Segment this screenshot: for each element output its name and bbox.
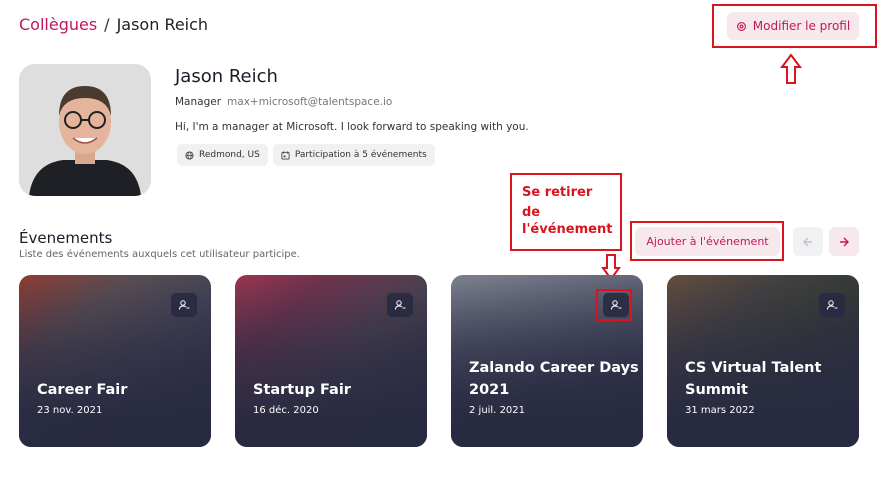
events-section-subtitle: Liste des événements auxquels cet utilis… [19,249,300,260]
annotation-leave-event-line2: de [522,205,541,220]
location-chip-label: Redmond, US [199,150,260,160]
user-remove-icon [395,300,406,310]
profile-role: Manager [175,96,222,108]
edit-profile-label: Modifier le profil [752,19,851,33]
breadcrumb: Collègues / Jason Reich [19,15,208,34]
previous-events-button[interactable] [793,227,823,256]
globe-icon [185,150,194,160]
profile-role-line: Manager max+microsoft@talentspace.io [175,96,392,108]
event-card-startup-fair[interactable]: Startup Fair 16 déc. 2020 [235,275,427,447]
participation-chip: Participation à 5 événements [272,144,435,166]
event-date: 2 juil. 2021 [469,405,526,416]
event-title-line2: 2021 [469,382,510,398]
events-section-title: Évenements [19,229,113,247]
breadcrumb-colleagues-link[interactable]: Collègues [19,15,97,34]
profile-email: max+microsoft@talentspace.io [227,96,393,108]
leave-event-button[interactable] [171,293,197,317]
annotation-leave-event-line3: l'événement [522,222,613,237]
event-title: Startup Fair [253,382,351,398]
event-title: Zalando Career Days [469,360,639,376]
event-date: 16 déc. 2020 [253,405,319,416]
event-date: 23 nov. 2021 [37,405,103,416]
event-title-line2: Summit [685,382,748,398]
location-chip: Redmond, US [177,144,268,166]
breadcrumb-separator: / [104,15,110,34]
user-remove-icon [179,300,190,310]
event-card-cs-virtual-talent-summit[interactable]: CS Virtual Talent Summit 31 mars 2022 [667,275,859,447]
leave-event-button[interactable] [819,293,845,317]
participation-chip-label: Participation à 5 événements [294,150,427,160]
annotation-leave-event-line1: Se retirer [522,185,593,200]
event-date: 31 mars 2022 [685,405,755,416]
event-title: CS Virtual Talent [685,360,822,376]
avatar-portrait [19,64,151,196]
profile-name: Jason Reich [175,66,278,87]
arrow-right-icon [840,237,849,246]
profile-chips: Redmond, US Participation à 5 événements [177,144,435,166]
user-remove-icon [827,300,838,310]
settings-icon [736,21,746,31]
annotation-box-leave-icon [596,289,632,321]
event-card-zalando-career-days[interactable]: Zalando Career Days 2021 2 juil. 2021 [451,275,643,447]
breadcrumb-current: Jason Reich [116,15,209,34]
avatar [19,64,151,196]
calendar-icon [281,150,290,160]
event-card-career-fair[interactable]: Career Fair 23 nov. 2021 [19,275,211,447]
next-events-button[interactable] [829,227,859,256]
arrow-left-icon [803,237,812,246]
annotation-arrow-up [780,53,802,84]
leave-event-button[interactable] [387,293,413,317]
add-to-event-button[interactable]: Ajouter à l'événement [635,227,780,256]
edit-profile-button[interactable]: Modifier le profil [727,12,859,40]
event-title: Career Fair [37,382,128,398]
profile-bio: Hi, I'm a manager at Microsoft. I look f… [175,121,529,133]
